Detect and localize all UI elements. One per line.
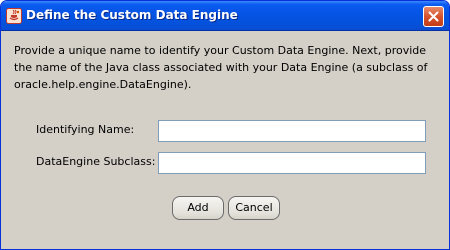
close-button[interactable] (423, 6, 444, 27)
add-button[interactable]: Add (172, 196, 224, 220)
window-title: Define the Custom Data Engine (26, 8, 238, 22)
cancel-button[interactable]: Cancel (228, 196, 280, 220)
title-bar[interactable]: Define the Custom Data Engine (1, 1, 449, 31)
close-icon (428, 11, 439, 22)
identifying-name-input[interactable] (158, 120, 426, 142)
dataengine-subclass-input[interactable] (158, 152, 426, 174)
instructions-text: Provide a unique name to identify your C… (14, 44, 428, 91)
dialog-window: Define the Custom Data Engine Provide a … (0, 0, 450, 250)
identifying-name-label: Identifying Name: (36, 123, 135, 136)
java-app-icon (6, 8, 22, 24)
dataengine-subclass-label: DataEngine Subclass: (36, 155, 156, 168)
